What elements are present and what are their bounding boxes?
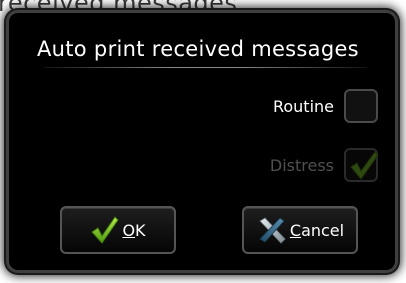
routine-checkbox[interactable]: [344, 89, 378, 123]
dialog-title: Auto print received messages: [37, 37, 359, 61]
cancel-mnemonic: C: [289, 220, 302, 240]
cross-icon: [259, 217, 286, 244]
distress-checkmark-icon: [350, 151, 379, 180]
ok-label-rest: K: [135, 220, 146, 240]
auto-print-dialog: Auto print received messages Routine Dis…: [6, 10, 398, 273]
cancel-button[interactable]: Cancel: [242, 206, 358, 254]
ok-button[interactable]: OK: [60, 206, 176, 254]
screen: received messages Auto print received me…: [0, 0, 406, 283]
cancel-label-rest: ancel: [301, 220, 345, 240]
title-divider: [43, 67, 367, 68]
checkmark-icon: [91, 216, 120, 244]
option-routine[interactable]: Routine: [273, 89, 378, 123]
cancel-label: Cancel: [290, 221, 344, 240]
distress-checkbox: [344, 148, 379, 182]
ok-mnemonic: O: [122, 220, 136, 240]
ok-label: OK: [122, 221, 145, 240]
option-distress: Distress: [269, 148, 379, 182]
distress-label: Distress: [269, 155, 334, 175]
routine-label: Routine: [272, 96, 334, 116]
